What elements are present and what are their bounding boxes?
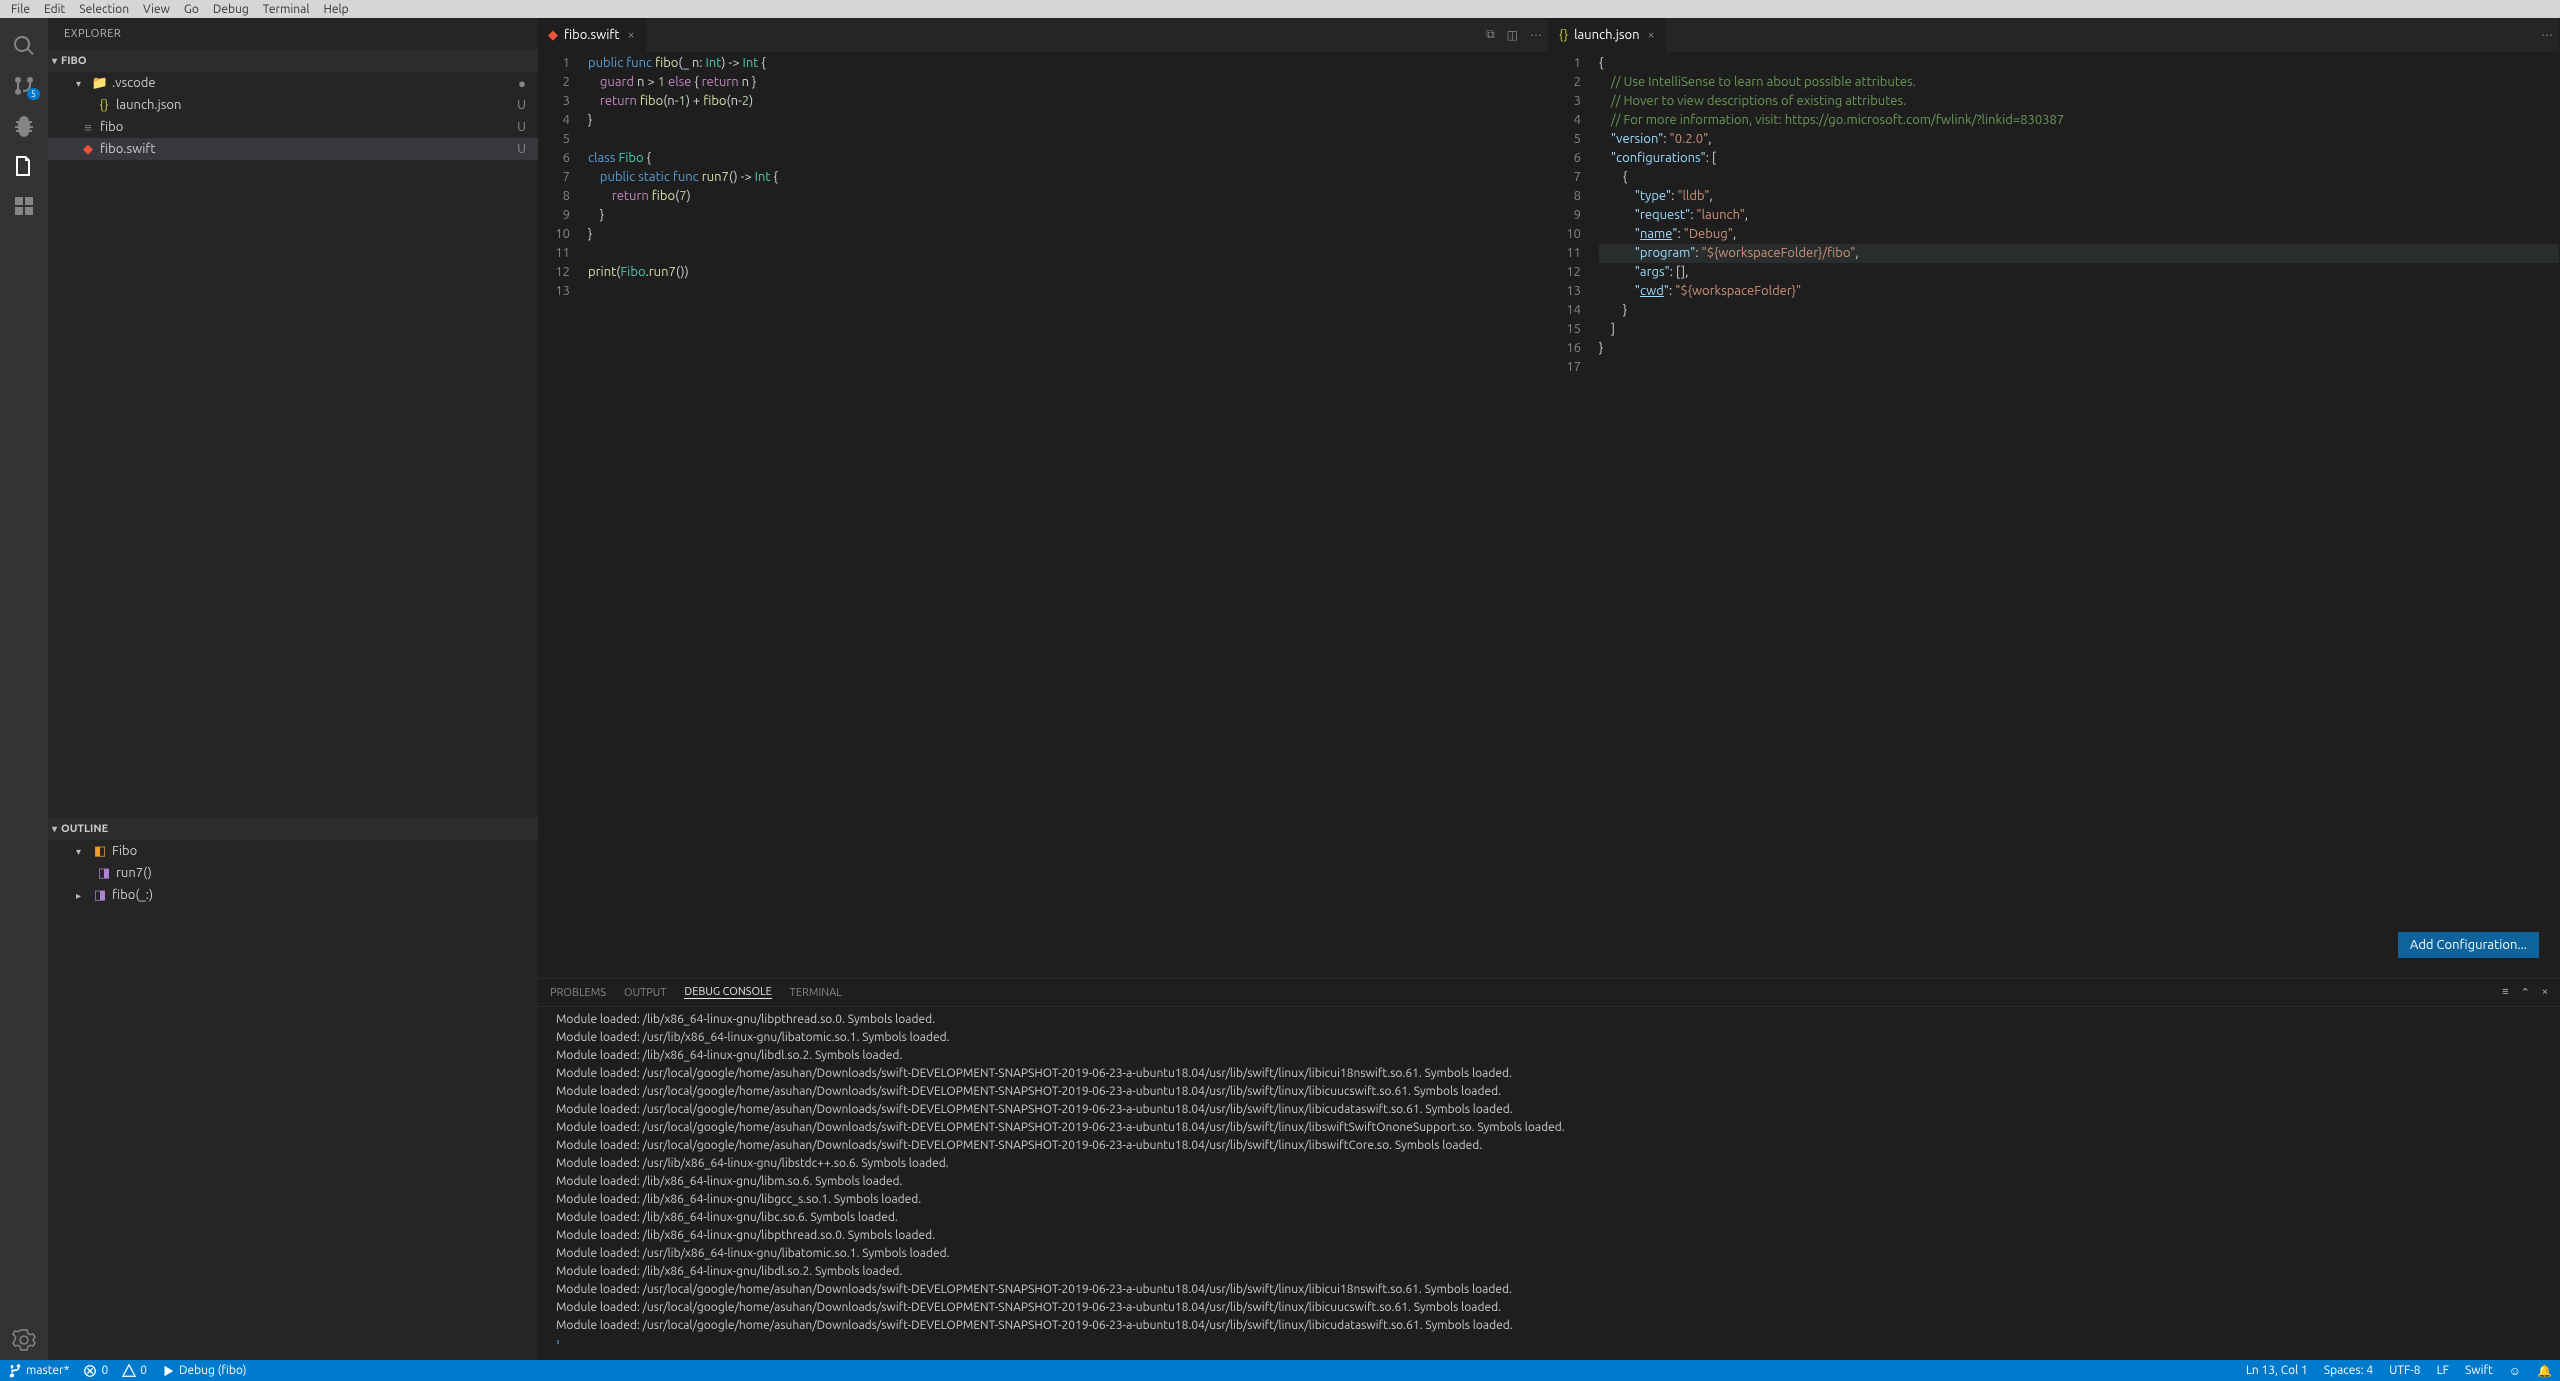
close-icon[interactable]: × xyxy=(1648,28,1655,42)
more-icon[interactable]: ⋯ xyxy=(2535,28,2559,42)
panel-tab-problems[interactable]: PROBLEMS xyxy=(550,987,606,999)
swift-icon: ◆ xyxy=(548,28,558,43)
menu-terminal[interactable]: Terminal xyxy=(256,3,317,16)
bell-icon[interactable]: 🔔 xyxy=(2537,1364,2552,1378)
folder-icon: 📁 xyxy=(92,76,108,91)
menu-help[interactable]: Help xyxy=(316,3,355,16)
cursor-position[interactable]: Ln 13, Col 1 xyxy=(2246,1364,2308,1378)
indentation[interactable]: Spaces: 4 xyxy=(2324,1364,2373,1378)
tab-fibo-swift[interactable]: ◆fibo.swift× xyxy=(538,18,646,52)
file-tree: 📁.vscode● {}launch.jsonU ≡fiboU ◆fibo.sw… xyxy=(48,72,538,160)
panel-tab-terminal[interactable]: TERMINAL xyxy=(790,987,842,999)
warnings-count[interactable]: 0 xyxy=(122,1364,147,1378)
search-icon[interactable] xyxy=(0,26,48,66)
eol[interactable]: LF xyxy=(2437,1364,2449,1378)
activity-bar: 5 xyxy=(0,18,48,1360)
binary-icon: ≡ xyxy=(80,120,96,135)
file-fibo[interactable]: ≡fiboU xyxy=(48,116,538,138)
close-icon[interactable]: × xyxy=(627,28,634,42)
explorer-icon[interactable] xyxy=(0,146,48,186)
debug-console[interactable]: Module loaded: /lib/x86_64-linux-gnu/lib… xyxy=(538,1007,2560,1360)
feedback-icon[interactable]: ☺ xyxy=(2509,1364,2521,1378)
add-configuration-button[interactable]: Add Configuration... xyxy=(2398,932,2539,958)
git-status: U xyxy=(517,142,526,156)
scm-badge: 5 xyxy=(27,88,40,100)
git-status: ● xyxy=(518,76,526,91)
swift-icon: ◆ xyxy=(80,142,96,157)
panel-tabs: PROBLEMSOUTPUTDEBUG CONSOLETERMINAL ≡ ⌃ … xyxy=(538,979,2560,1007)
status-bar: master* 0 0 Debug (fibo) Ln 13, Col 1 Sp… xyxy=(0,1360,2560,1381)
file-fibo-swift[interactable]: ◆fibo.swiftU xyxy=(48,138,538,160)
panel-tab-output[interactable]: OUTPUT xyxy=(624,987,666,999)
debug-icon[interactable] xyxy=(0,106,48,146)
editor-area: ◆fibo.swift× ⧉ ◫ ⋯ 12345678910111213 pub… xyxy=(538,18,2560,1360)
menu-bar: FileEditSelectionViewGoDebugTerminalHelp xyxy=(0,0,2560,18)
tabs-left: ◆fibo.swift× ⧉ ◫ ⋯ xyxy=(538,18,1548,52)
menu-debug[interactable]: Debug xyxy=(206,3,256,16)
file-launch-json[interactable]: {}launch.jsonU xyxy=(48,94,538,116)
bottom-panel: PROBLEMSOUTPUTDEBUG CONSOLETERMINAL ≡ ⌃ … xyxy=(538,978,2560,1360)
git-branch[interactable]: master* xyxy=(8,1364,69,1378)
method-icon: ◨ xyxy=(96,866,112,881)
menu-selection[interactable]: Selection xyxy=(72,3,136,16)
gear-icon[interactable] xyxy=(0,1320,48,1360)
git-status: U xyxy=(517,98,526,112)
panel-tab-debug-console[interactable]: DEBUG CONSOLE xyxy=(684,986,771,999)
json-icon: {} xyxy=(96,98,112,112)
outline-tree: ◧Fibo ◨run7() ◨fibo(_:) xyxy=(48,840,538,1360)
outline-func-fibo[interactable]: ◨fibo(_:) xyxy=(48,884,538,906)
menu-edit[interactable]: Edit xyxy=(37,3,72,16)
json-icon: {} xyxy=(1559,28,1568,42)
method-icon: ◨ xyxy=(92,888,108,903)
filter-icon[interactable]: ≡ xyxy=(2502,986,2508,999)
extensions-icon[interactable] xyxy=(0,186,48,226)
split-icon[interactable]: ◫ xyxy=(1501,28,1524,42)
language-mode[interactable]: Swift xyxy=(2465,1364,2493,1378)
explorer-folder-header[interactable]: FIBO xyxy=(48,50,538,72)
compare-icon[interactable]: ⧉ xyxy=(1480,28,1501,42)
class-icon: ◧ xyxy=(92,844,108,859)
minimap[interactable] xyxy=(2479,52,2559,978)
editor-left: ◆fibo.swift× ⧉ ◫ ⋯ 12345678910111213 pub… xyxy=(538,18,1549,978)
collapse-icon[interactable]: ⌃ xyxy=(2521,986,2530,999)
more-icon[interactable]: ⋯ xyxy=(1524,28,1548,42)
tab-launch-json[interactable]: {}launch.json× xyxy=(1549,18,1666,52)
outline-class-fibo[interactable]: ◧Fibo xyxy=(48,840,538,862)
outline-header[interactable]: OUTLINE xyxy=(48,818,538,840)
folder-vscode[interactable]: 📁.vscode● xyxy=(48,72,538,94)
errors-count[interactable]: 0 xyxy=(83,1364,108,1378)
git-status: U xyxy=(517,120,526,134)
menu-view[interactable]: View xyxy=(136,3,177,16)
menu-file[interactable]: File xyxy=(4,3,37,16)
menu-go[interactable]: Go xyxy=(177,3,206,16)
close-panel-icon[interactable]: × xyxy=(2542,986,2548,999)
encoding[interactable]: UTF-8 xyxy=(2389,1364,2420,1378)
outline-method-run7[interactable]: ◨run7() xyxy=(48,862,538,884)
minimap[interactable] xyxy=(1468,52,1548,978)
sidebar-title: EXPLORER xyxy=(48,18,538,50)
code-editor-right[interactable]: 1234567891011121314151617 { // Use Intel… xyxy=(1549,52,2559,978)
tabs-right: {}launch.json× ⋯ xyxy=(1549,18,2559,52)
source-control-icon[interactable]: 5 xyxy=(0,66,48,106)
debug-target[interactable]: Debug (fibo) xyxy=(161,1364,247,1378)
code-editor-left[interactable]: 12345678910111213 public func fibo(_ n: … xyxy=(538,52,1548,978)
sidebar: EXPLORER FIBO 📁.vscode● {}launch.jsonU ≡… xyxy=(48,18,538,1360)
editor-right: {}launch.json× ⋯ 12345678910111213141516… xyxy=(1549,18,2560,978)
